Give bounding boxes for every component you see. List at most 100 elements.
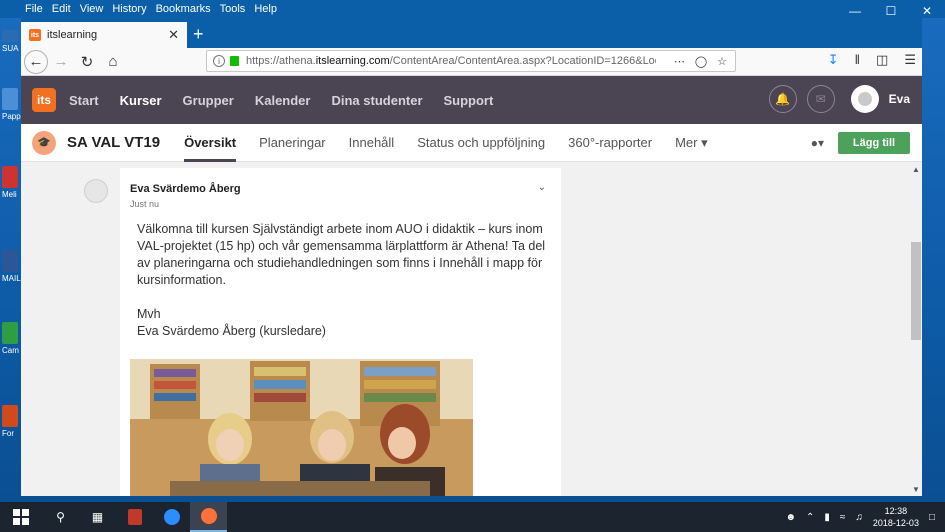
hamburger-menu-icon[interactable]: ☰ bbox=[904, 52, 916, 68]
nav-grupper[interactable]: Grupper bbox=[183, 93, 234, 108]
post-author-avatar[interactable] bbox=[84, 179, 108, 203]
menu-bookmarks[interactable]: Bookmarks bbox=[156, 3, 211, 15]
scroll-down-icon[interactable]: ▼ bbox=[912, 485, 920, 494]
task-view-icon[interactable]: ▦ bbox=[79, 502, 116, 532]
pdf-icon bbox=[2, 166, 18, 188]
taskbar-clock[interactable]: 12:38 2018-12-03 bbox=[873, 505, 919, 529]
library-icon[interactable]: ‖ bbox=[855, 52, 860, 68]
camtasia-icon bbox=[2, 322, 18, 344]
desktop-icon-papp[interactable]: Papp bbox=[2, 88, 22, 121]
battery-icon[interactable]: ▮ bbox=[824, 512, 830, 523]
post-author[interactable]: Eva Svärdemo Åberg bbox=[130, 183, 241, 195]
folder-icon bbox=[2, 30, 18, 42]
notifications-bell-icon[interactable]: 🔔 bbox=[768, 85, 797, 113]
post-body: Välkomna till kursen Självständigt arbet… bbox=[137, 221, 547, 340]
itslearning-favicon-icon: its bbox=[29, 29, 41, 41]
info-icon[interactable]: i bbox=[213, 55, 225, 67]
messages-chat-icon[interactable]: ✉ bbox=[806, 85, 835, 113]
tab-title: itslearning bbox=[47, 29, 98, 41]
people-icon[interactable]: ☻ bbox=[785, 512, 796, 523]
clock-time: 12:38 bbox=[884, 506, 908, 516]
tab-planeringar[interactable]: Planeringar bbox=[259, 124, 326, 162]
user-name[interactable]: Eva bbox=[889, 92, 910, 106]
menu-tools[interactable]: Tools bbox=[220, 3, 246, 15]
its-header: its Start Kurser Grupper Kalender Dina s… bbox=[21, 76, 922, 124]
tab-360-rapporter[interactable]: 360°-rapporter bbox=[568, 124, 652, 162]
word-icon bbox=[2, 250, 18, 272]
download-icon[interactable]: ↧ bbox=[828, 52, 839, 68]
scrollbar-thumb[interactable] bbox=[911, 242, 921, 340]
close-tab-icon[interactable]: ✕ bbox=[168, 27, 179, 43]
desktop-icon-meli[interactable]: Meli bbox=[2, 166, 22, 199]
sidebar-icon[interactable]: ◫ bbox=[876, 52, 888, 68]
app-icon bbox=[2, 88, 18, 110]
tab-innehall[interactable]: Innehåll bbox=[349, 124, 395, 162]
forward-arrow-icon[interactable]: → bbox=[48, 49, 74, 75]
browser-tabbar: its itslearning ✕ + bbox=[21, 18, 922, 48]
security-app-icon[interactable] bbox=[116, 502, 153, 532]
scroll-up-icon[interactable]: ▲ bbox=[912, 165, 920, 174]
course-header: 🎓 SA VAL VT19 Översikt Planeringar Inneh… bbox=[21, 124, 922, 162]
menu-history[interactable]: History bbox=[112, 3, 146, 15]
back-arrow-icon[interactable]: ← bbox=[24, 49, 48, 74]
desktop-icon-for[interactable]: For bbox=[2, 405, 22, 438]
its-main-nav: Start Kurser Grupper Kalender Dina stude… bbox=[69, 93, 514, 108]
new-tab-icon[interactable]: + bbox=[193, 24, 204, 45]
powerpoint-icon bbox=[2, 405, 18, 427]
nav-kurser[interactable]: Kurser bbox=[120, 93, 162, 108]
nav-kalender[interactable]: Kalender bbox=[255, 93, 311, 108]
post-image[interactable] bbox=[130, 359, 473, 496]
menu-help[interactable]: Help bbox=[254, 3, 277, 15]
clock-date: 2018-12-03 bbox=[872, 518, 919, 528]
home-icon[interactable]: ⌂ bbox=[100, 49, 126, 75]
windows-start-icon[interactable] bbox=[0, 502, 42, 532]
windows-taskbar: ⚲ ▦ ☻ ⌃ ▮ ≈ ♫ 12:38 2018-12-03 □ bbox=[0, 502, 945, 532]
course-content: Eva Svärdemo Åberg Just nu ⌄ Välkomna ti… bbox=[21, 162, 910, 496]
browser-navbar: ← → ↻ ⌂ i https://athena.itslearning.com… bbox=[21, 48, 922, 76]
menu-edit[interactable]: Edit bbox=[52, 3, 71, 15]
url-bar[interactable]: i https://athena.itslearning.com/Content… bbox=[206, 50, 736, 72]
post-signature: Eva Svärdemo Åberg (kursledare) bbox=[137, 324, 326, 338]
tab-status-och-uppfoljning[interactable]: Status och uppföljning bbox=[417, 124, 545, 162]
menu-file[interactable]: File bbox=[25, 3, 43, 15]
students-library-photo bbox=[130, 359, 473, 496]
nav-dina-studenter[interactable]: Dina studenter bbox=[331, 93, 422, 108]
user-avatar[interactable] bbox=[850, 85, 879, 113]
add-button[interactable]: Lägg till bbox=[838, 132, 910, 154]
lock-icon bbox=[230, 56, 239, 66]
course-cap-icon: 🎓 bbox=[32, 130, 56, 155]
desktop-icon-sua[interactable]: SUA bbox=[2, 30, 22, 53]
more-actions-icon[interactable]: ⋯ bbox=[674, 55, 685, 68]
course-tabs: Översikt Planeringar Innehåll Status och… bbox=[184, 124, 731, 162]
post-paragraph: Välkomna till kursen Självständigt arbet… bbox=[137, 222, 546, 287]
tab-mer[interactable]: Mer ▾ bbox=[675, 124, 708, 162]
participants-icon[interactable]: ●▾ bbox=[811, 136, 824, 150]
network-icon[interactable]: ≈ bbox=[840, 512, 846, 523]
post-time: Just nu bbox=[130, 199, 160, 209]
page-scrollbar[interactable]: ▲ ▼ bbox=[910, 162, 922, 496]
post-signoff: Mvh bbox=[137, 307, 161, 321]
bookmark-star-icon[interactable]: ☆ bbox=[717, 55, 727, 68]
menu-view[interactable]: View bbox=[80, 3, 104, 15]
nav-support[interactable]: Support bbox=[444, 93, 494, 108]
desktop-icon-mail[interactable]: MAIL bbox=[2, 250, 22, 283]
chevron-down-icon[interactable]: ⌄ bbox=[538, 182, 546, 193]
tab-oversikt[interactable]: Översikt bbox=[184, 124, 237, 162]
browser-tab[interactable]: its itslearning ✕ bbox=[21, 22, 187, 48]
zoom-app-icon[interactable] bbox=[153, 502, 190, 532]
course-title: SA VAL VT19 bbox=[67, 134, 161, 151]
browser-menubar: File Edit View History Bookmarks Tools H… bbox=[0, 0, 945, 18]
bulletin-card: Eva Svärdemo Åberg Just nu ⌄ Välkomna ti… bbox=[120, 168, 561, 496]
search-icon[interactable]: ⚲ bbox=[42, 502, 79, 532]
firefox-app-icon[interactable] bbox=[190, 502, 227, 532]
reload-icon[interactable]: ↻ bbox=[74, 49, 100, 75]
chevron-up-icon[interactable]: ⌃ bbox=[806, 512, 814, 523]
pocket-icon[interactable]: ◯ bbox=[695, 55, 707, 68]
notifications-icon[interactable]: □ bbox=[929, 512, 935, 523]
nav-start[interactable]: Start bbox=[69, 93, 99, 108]
system-tray: ☻ ⌃ ▮ ≈ ♫ 12:38 2018-12-03 □ bbox=[785, 502, 935, 532]
url-text[interactable]: https://athena.itslearning.com/ContentAr… bbox=[246, 55, 656, 67]
desktop-icon-cam[interactable]: Cam bbox=[2, 322, 22, 355]
itslearning-logo[interactable]: its bbox=[32, 88, 56, 112]
volume-icon[interactable]: ♫ bbox=[855, 512, 863, 523]
